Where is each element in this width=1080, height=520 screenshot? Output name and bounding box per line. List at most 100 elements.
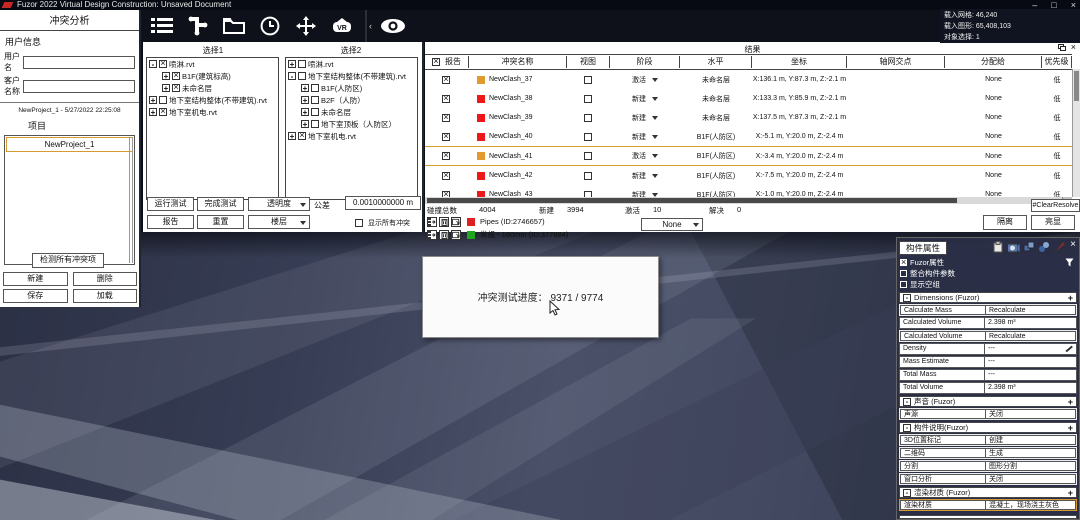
view-checkbox[interactable] xyxy=(584,133,592,141)
chevron-down-icon[interactable] xyxy=(652,193,658,197)
tree-expander-icon[interactable]: + xyxy=(149,108,157,116)
property-section-header[interactable]: -声音 (Fuzor)+ xyxy=(899,396,1077,407)
property-row[interactable]: 渲染材质混凝土，现场浇主灰色 xyxy=(899,499,1077,511)
collapse-icon[interactable]: - xyxy=(903,424,911,432)
property-value[interactable]: 关闭 xyxy=(986,409,1076,419)
tree-checkbox[interactable] xyxy=(172,72,180,80)
add-icon[interactable]: + xyxy=(1068,293,1073,303)
isolate-button[interactable]: 隔离 xyxy=(983,215,1027,230)
tree-expander-icon[interactable]: - xyxy=(149,60,157,68)
finish-test-button[interactable]: 完成测试 xyxy=(197,197,244,211)
report-master-checkbox[interactable] xyxy=(432,58,440,66)
view-checkbox[interactable] xyxy=(584,76,592,84)
paint-brush-icon[interactable] xyxy=(1053,241,1065,253)
tree-item[interactable]: +地下室结构整体(不带建筑).rvt xyxy=(147,94,278,106)
tree-item[interactable]: +B1F(人防区) xyxy=(286,82,417,94)
property-value[interactable]: --- xyxy=(985,356,1077,368)
close-icon[interactable]: × xyxy=(1071,43,1076,51)
tree-item[interactable]: +地下室机电.rvt xyxy=(286,130,417,142)
tree-checkbox[interactable] xyxy=(298,60,306,68)
property-value[interactable]: Recalculate xyxy=(986,305,1076,315)
tree-item[interactable]: -地下室结构整体(不带建筑).rvt xyxy=(286,70,417,82)
camera-icon[interactable] xyxy=(451,217,461,227)
property-value[interactable]: 2.398 m³ xyxy=(985,317,1077,329)
report-checkbox[interactable] xyxy=(442,114,450,122)
collapse-icon[interactable]: - xyxy=(903,294,911,302)
property-value[interactable]: 2.398 m³ xyxy=(985,382,1077,394)
new-button[interactable]: 新建 xyxy=(3,272,68,286)
collapse-icon[interactable]: - xyxy=(903,489,911,497)
clock-icon[interactable] xyxy=(255,13,285,39)
property-row[interactable]: Total Mass--- xyxy=(899,369,1077,381)
vr-icon[interactable]: VR xyxy=(327,13,357,39)
stage-value[interactable]: 激活 xyxy=(632,75,646,85)
selection2-tree[interactable]: +喷淋.rvt-地下室结构整体(不带建筑).rvt+B1F(人防区)+B2F（人… xyxy=(285,57,418,200)
report-checkbox[interactable] xyxy=(442,133,450,141)
chevron-down-icon[interactable] xyxy=(652,78,658,82)
property-row[interactable]: Total Volume2.398 m³ xyxy=(899,382,1077,394)
move-icon[interactable] xyxy=(291,13,321,39)
property-checkbox[interactable] xyxy=(900,281,907,288)
stage-value[interactable]: 新建 xyxy=(632,132,646,142)
tree-checkbox[interactable] xyxy=(159,96,167,104)
tree-item[interactable]: +B2F（人防） xyxy=(286,94,417,106)
delete-icon[interactable] xyxy=(439,230,449,240)
collapse-chevron-icon[interactable]: ‹ xyxy=(369,21,372,31)
tree-expander-icon[interactable]: - xyxy=(288,72,296,80)
tree-expander-icon[interactable]: + xyxy=(301,108,309,116)
pipes-icon[interactable] xyxy=(183,13,213,39)
delete-icon[interactable] xyxy=(439,217,449,227)
add-icon[interactable]: + xyxy=(1068,397,1073,407)
highlight-button[interactable]: 亮显 xyxy=(1031,215,1075,230)
tree-checkbox[interactable] xyxy=(298,132,306,140)
tree-item[interactable]: +地下室机电.rvt xyxy=(147,106,278,118)
project-list-item[interactable]: NewProject_1 xyxy=(6,137,133,152)
property-row[interactable]: 窗口分析关闭 xyxy=(899,473,1077,485)
stage-value[interactable]: 新建 xyxy=(632,171,646,181)
view-checkbox[interactable] xyxy=(584,95,592,103)
view-checkbox[interactable] xyxy=(584,172,592,180)
save-button[interactable]: 保存 xyxy=(3,289,68,303)
clash-row[interactable]: NewClash_41激活B1F(人防区)X:-3.4 m, Y:20.0 m,… xyxy=(425,146,1072,166)
property-row[interactable]: 分割图形分割 xyxy=(899,460,1077,472)
property-section-header[interactable]: -构件说明(Fuzor)+ xyxy=(899,422,1077,433)
username-input[interactable] xyxy=(23,56,135,69)
tree-expander-icon[interactable]: + xyxy=(301,96,309,104)
results-vertical-scrollbar[interactable] xyxy=(1072,69,1080,197)
property-section-header[interactable]: -Dimensions (Fuzor)+ xyxy=(899,292,1077,303)
view-checkbox[interactable] xyxy=(584,152,592,160)
tree-expander-icon[interactable]: + xyxy=(149,96,157,104)
detect-all-clashes-button[interactable]: 检测所有冲突项 xyxy=(32,253,104,268)
tree-expander-icon[interactable]: + xyxy=(162,72,170,80)
chevron-down-icon[interactable] xyxy=(652,135,658,139)
tree-expander-icon[interactable]: + xyxy=(301,84,309,92)
property-row[interactable]: 3D位置标记创建 xyxy=(899,434,1077,446)
client-input[interactable] xyxy=(23,80,135,93)
tree-checkbox[interactable] xyxy=(311,108,319,116)
component-link-icon[interactable] xyxy=(1023,241,1035,253)
tree-checkbox[interactable] xyxy=(159,108,167,116)
property-row[interactable]: Calculate MassRecalculate xyxy=(899,304,1077,316)
view-checkbox[interactable] xyxy=(584,114,592,122)
component-group-icon[interactable] xyxy=(1038,241,1050,253)
property-value[interactable]: --- xyxy=(985,369,1077,381)
tree-checkbox[interactable] xyxy=(298,72,306,80)
property-value[interactable]: --- xyxy=(985,343,1077,355)
edit-pencil-icon[interactable] xyxy=(1065,346,1072,352)
report-checkbox[interactable] xyxy=(442,152,450,160)
transparency-dropdown[interactable]: 透明度 xyxy=(248,197,310,211)
clash-row[interactable]: NewClash_38新建未命名层X:133.3 m, Y:85.9 m, Z:… xyxy=(425,89,1072,108)
property-row[interactable]: Mass Estimate--- xyxy=(899,356,1077,368)
stage-value[interactable]: 新建 xyxy=(632,113,646,123)
property-value[interactable]: 关闭 xyxy=(986,474,1076,484)
collapse-icon[interactable]: - xyxy=(903,398,911,406)
tolerance-input[interactable]: 0.0010000000 m xyxy=(345,196,421,210)
assigned-dropdown[interactable]: None xyxy=(641,218,703,231)
tree-checkbox[interactable] xyxy=(159,60,167,68)
tree-item[interactable]: -喷淋.rvt xyxy=(147,58,278,70)
property-value[interactable]: 混凝土，现场浇主灰色 xyxy=(986,500,1076,510)
focus-icon[interactable] xyxy=(427,217,437,227)
stage-value[interactable]: 新建 xyxy=(632,190,646,198)
tree-checkbox[interactable] xyxy=(311,120,319,128)
delete-button[interactable]: 删除 xyxy=(73,272,138,286)
